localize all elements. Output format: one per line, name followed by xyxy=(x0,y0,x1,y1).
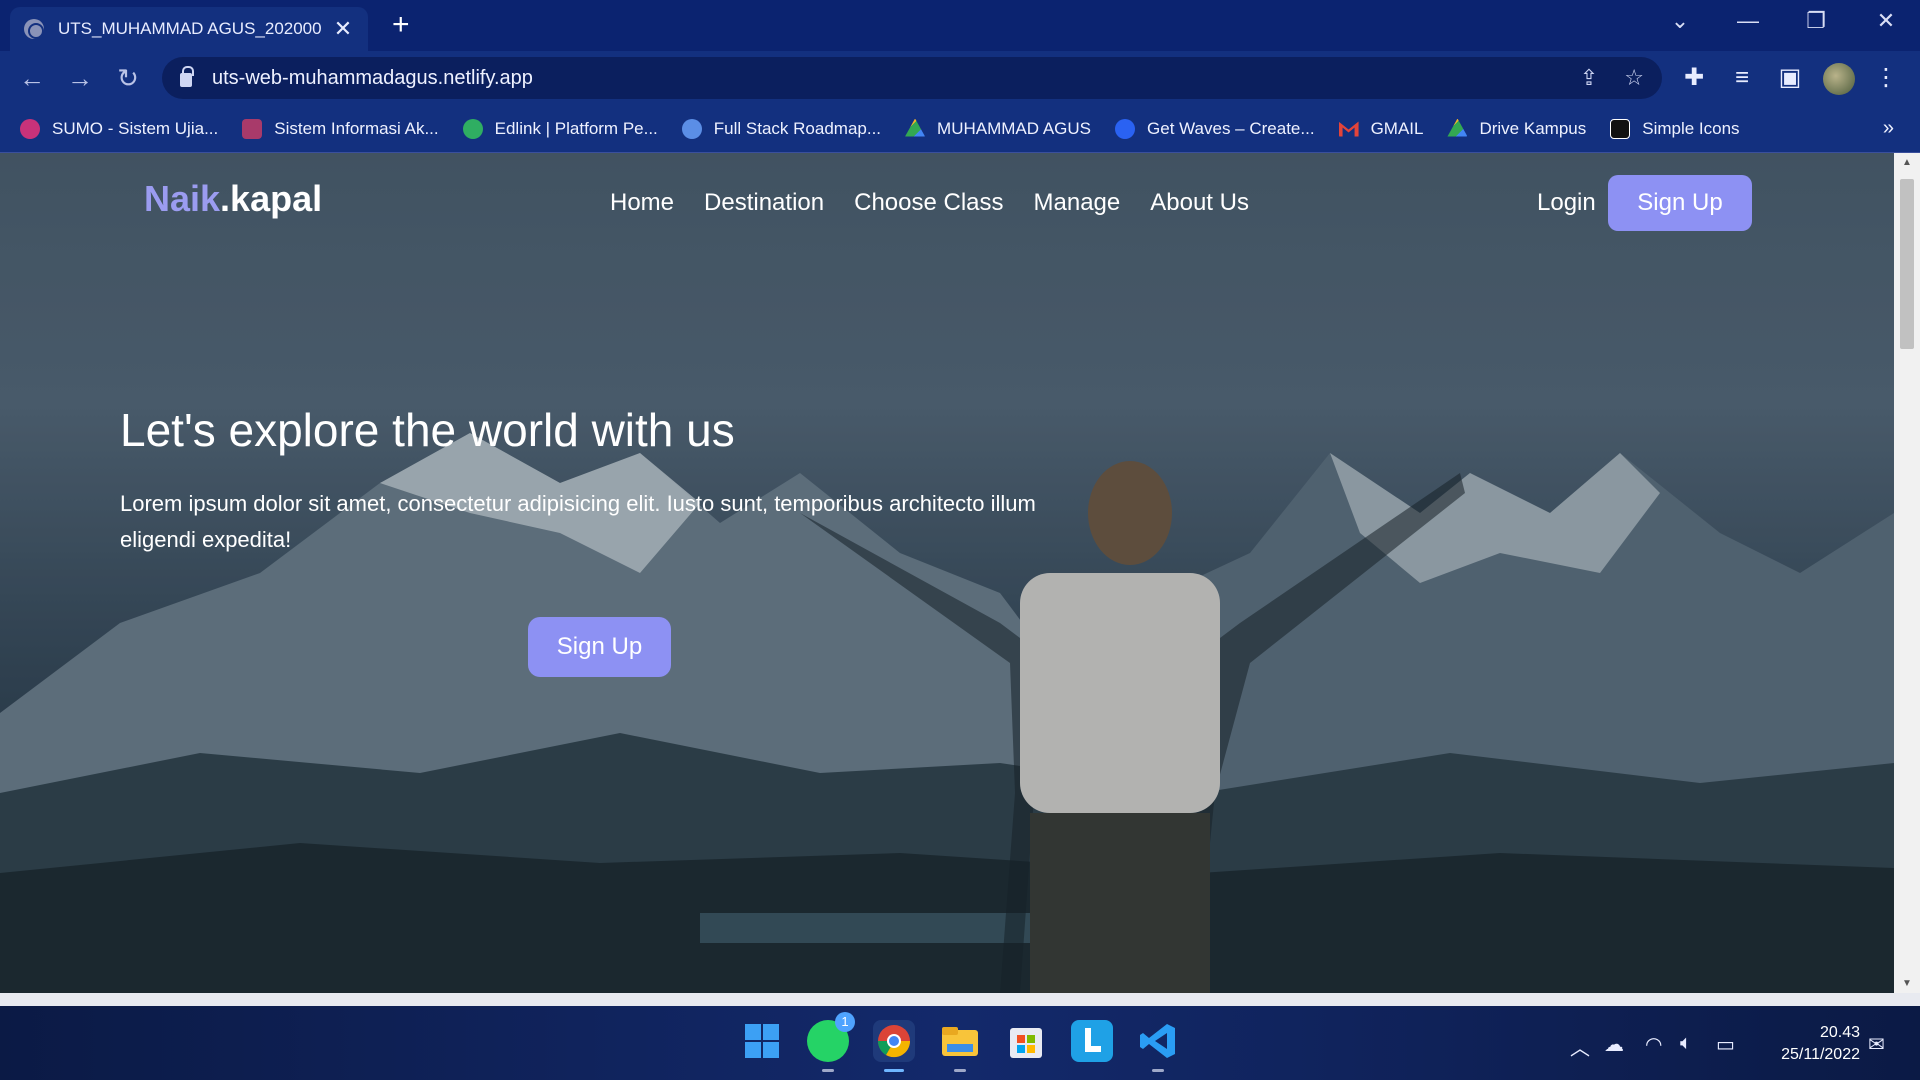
bookmark-item[interactable]: SUMO - Sistem Ujia... xyxy=(20,118,218,139)
scroll-down-icon[interactable]: ▼ xyxy=(1894,978,1920,989)
site-nav: Home Destination Choose Class Manage Abo… xyxy=(610,189,1249,217)
bookmark-item[interactable]: Get Waves – Create... xyxy=(1115,118,1315,139)
bookmark-item[interactable]: Simple Icons xyxy=(1610,118,1740,139)
tab-strip: UTS_MUHAMMAD AGUS_202000 ✕ + ⌄ — ❐ ✕ xyxy=(0,0,1920,51)
hero-description: Lorem ipsum dolor sit amet, consectetur … xyxy=(120,491,1036,552)
signup-nav-button[interactable]: Sign Up xyxy=(1608,175,1752,231)
menu-kebab-icon[interactable]: ⋮ xyxy=(1870,65,1902,91)
bookmark-star-icon[interactable]: ☆ xyxy=(1624,65,1644,91)
nav-manage[interactable]: Manage xyxy=(1034,189,1121,217)
page-bottom-edge xyxy=(0,993,1920,1006)
notification-badge: 1 xyxy=(835,1012,855,1032)
bookmark-item[interactable]: Sistem Informasi Ak... xyxy=(242,118,439,139)
browser-toolbar: ← → ↻ uts-web-muhammadagus.netlify.app ⇪… xyxy=(0,51,1920,105)
reading-list-icon[interactable]: ≡ xyxy=(1726,65,1758,91)
chrome-icon[interactable] xyxy=(873,1020,915,1072)
signup-hero-button[interactable]: Sign Up xyxy=(528,617,671,677)
bookmark-favicon-icon xyxy=(20,118,40,139)
globe-icon xyxy=(24,19,44,39)
wifi-icon[interactable]: ◠ xyxy=(1645,1032,1662,1057)
more-bookmarks-icon[interactable]: » xyxy=(1883,117,1894,140)
bookmark-item[interactable]: Drive Kampus xyxy=(1447,118,1586,139)
bookmark-favicon-icon xyxy=(462,118,483,139)
battery-icon[interactable]: ▭ xyxy=(1716,1032,1735,1057)
bookmarks-bar: SUMO - Sistem Ujia... Sistem Informasi A… xyxy=(0,105,1920,153)
back-icon[interactable]: ← xyxy=(14,63,50,93)
hero-section: Naik.kapal Home Destination Choose Class… xyxy=(0,153,1894,993)
clock-date: 25/11/2022 xyxy=(1781,1046,1860,1063)
app-l-icon[interactable] xyxy=(1071,1020,1113,1062)
bookmark-item[interactable]: GMAIL xyxy=(1338,119,1423,139)
notifications-icon[interactable]: ✉ xyxy=(1868,1032,1885,1057)
forward-icon[interactable]: → xyxy=(62,63,98,93)
tab-search-icon[interactable]: ⌄ xyxy=(1660,8,1700,34)
extensions-icon[interactable]: ✚ xyxy=(1678,65,1710,91)
site-logo[interactable]: Naik.kapal xyxy=(144,178,322,220)
bookmark-favicon-icon xyxy=(1115,118,1136,139)
clock-time: 20.43 xyxy=(1819,1024,1860,1041)
url-text[interactable]: uts-web-muhammadagus.netlify.app xyxy=(212,67,1554,90)
windows-taskbar: 1 ︿ ☁ ◠ 🔈︎ ▭ 20.43 25/11/2022 ✉ xyxy=(0,1006,1920,1080)
whatsapp-icon[interactable]: 1 xyxy=(807,1012,855,1072)
volume-icon[interactable]: 🔈︎ xyxy=(1680,1032,1692,1055)
bookmark-item[interactable]: Full Stack Roadmap... xyxy=(681,118,881,139)
login-link[interactable]: Login xyxy=(1537,189,1596,217)
nav-destination[interactable]: Destination xyxy=(704,189,824,217)
bookmark-favicon-icon xyxy=(1610,118,1631,139)
gmail-icon xyxy=(1338,121,1359,137)
bookmark-item[interactable]: MUHAMMAD AGUS xyxy=(905,118,1091,139)
bookmark-favicon-icon xyxy=(242,118,263,139)
minimize-icon[interactable]: — xyxy=(1728,8,1768,34)
new-tab-button[interactable]: + xyxy=(392,10,410,40)
page-scrollbar[interactable]: ▲ ▼ xyxy=(1894,153,1920,993)
scrollbar-thumb[interactable] xyxy=(1900,179,1914,349)
hero-overlay xyxy=(0,153,1894,993)
google-drive-icon xyxy=(1447,118,1468,137)
nav-choose-class[interactable]: Choose Class xyxy=(854,189,1003,217)
nav-about-us[interactable]: About Us xyxy=(1150,189,1249,217)
nav-home[interactable]: Home xyxy=(610,189,674,217)
tab-title: UTS_MUHAMMAD AGUS_202000 xyxy=(58,19,322,38)
vscode-icon[interactable] xyxy=(1137,1020,1179,1072)
share-icon[interactable]: ⇪ xyxy=(1580,65,1598,91)
browser-tab[interactable]: UTS_MUHAMMAD AGUS_202000 ✕ xyxy=(10,7,368,51)
onedrive-icon[interactable]: ☁ xyxy=(1604,1032,1624,1057)
microsoft-store-icon[interactable] xyxy=(1005,1020,1047,1062)
address-bar[interactable]: uts-web-muhammadagus.netlify.app ⇪ ☆ xyxy=(162,57,1662,99)
show-hidden-icons-icon[interactable]: ︿ xyxy=(1570,1032,1590,1061)
page-viewport: Naik.kapal Home Destination Choose Class… xyxy=(0,153,1920,993)
restore-icon[interactable]: ❐ xyxy=(1796,8,1836,34)
hero-title: Let's explore the world with us xyxy=(120,404,735,456)
file-explorer-icon[interactable] xyxy=(939,1020,981,1072)
close-tab-icon[interactable]: ✕ xyxy=(332,16,354,42)
bookmark-favicon-icon xyxy=(681,118,702,139)
reload-icon[interactable]: ↻ xyxy=(110,63,146,93)
windows-start-icon[interactable] xyxy=(741,1020,783,1062)
scroll-up-icon[interactable]: ▲ xyxy=(1894,157,1920,168)
close-window-icon[interactable]: ✕ xyxy=(1866,8,1906,34)
bookmark-item[interactable]: Edlink | Platform Pe... xyxy=(462,118,658,139)
system-clock[interactable]: 20.43 25/11/2022 xyxy=(1760,1022,1860,1066)
profile-avatar[interactable] xyxy=(1823,63,1855,95)
google-drive-icon xyxy=(905,118,926,137)
side-panel-icon[interactable]: ▣ xyxy=(1774,65,1806,91)
lock-icon[interactable] xyxy=(180,66,194,87)
